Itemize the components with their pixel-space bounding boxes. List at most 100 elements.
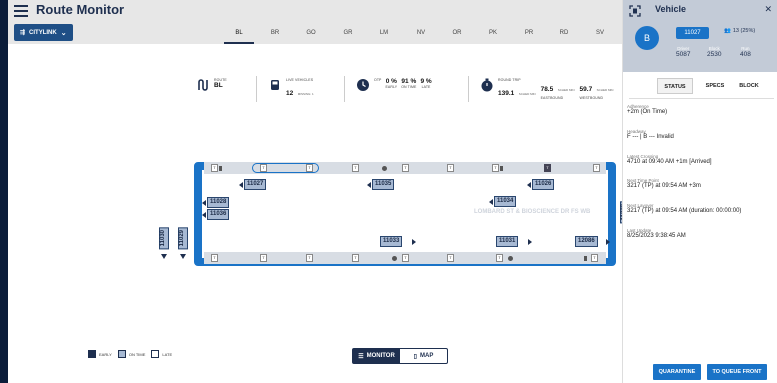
stat-ontime-label: ON TIME <box>401 85 417 89</box>
timepoint-marker[interactable]: T <box>544 164 551 172</box>
latest-crossing-field: Latest Crossing 4710 at 09:40 AM +1m [Ar… <box>627 154 712 165</box>
vehicle-id-badge: 11027 <box>676 27 709 39</box>
monitor-view-button[interactable]: ☰ MONITOR <box>353 349 400 363</box>
route-select-label: CITYLINK <box>29 29 57 36</box>
stat-otp-label: OTP <box>374 78 382 82</box>
timepoint-marker[interactable]: T <box>260 164 267 172</box>
route-group-select[interactable]: ⇶ CITYLINK ⌄ <box>14 24 73 41</box>
timepoint-marker[interactable]: T <box>591 254 598 262</box>
menu-icon[interactable] <box>14 5 28 17</box>
direction-arrow-icon <box>202 212 206 218</box>
run-value: 408 <box>740 51 751 58</box>
driver-value: 5087 <box>676 51 691 58</box>
divider <box>344 76 345 102</box>
timepoint-marker[interactable]: T <box>211 164 218 172</box>
divider <box>468 76 469 102</box>
stat-late-value: 9 % <box>420 78 432 85</box>
direction-arrow-icon <box>367 182 371 188</box>
tab-nv[interactable]: NV <box>406 24 436 44</box>
stop-marker <box>382 166 387 171</box>
clock-icon <box>357 79 369 91</box>
passenger-count: 👥 13 (25%) <box>724 28 755 34</box>
direction-arrow-icon <box>161 254 167 259</box>
vehicle-marker-12086[interactable]: 12086 <box>575 236 598 247</box>
to-queue-front-button[interactable]: TO QUEUE FRONT <box>707 364 767 380</box>
stat-early-label: EARLY <box>385 85 398 89</box>
direction-arrow-icon <box>239 182 243 188</box>
timepoint-marker[interactable]: T <box>402 254 409 262</box>
route-icon: ⇶ <box>20 30 26 36</box>
tab-lm[interactable]: LM <box>369 24 399 44</box>
header: Route Monitor ⇶ CITYLINK ⌄ BL BR GO GR L… <box>8 0 622 44</box>
stat-otp: OTP 0 % EARLY 91 % ON TIME 9 % LATE <box>356 78 432 92</box>
legend-swatch-on-time <box>117 350 126 358</box>
vehicle-marker-11034[interactable]: 11034 <box>494 196 517 207</box>
vehicle-panel: Vehicle ✕ B 11027 👥 13 (25%) Driver 5087… <box>622 0 777 383</box>
direction-arrow-icon <box>180 254 186 259</box>
quarantine-button[interactable]: QUARANTINE <box>653 364 701 380</box>
stat-live-sub: MISSING: 1 <box>297 92 314 96</box>
direction-arrow-icon <box>489 199 493 205</box>
vehicle-marker-11035[interactable]: 11035 <box>372 179 395 190</box>
timepoint-marker[interactable]: T <box>260 254 267 262</box>
vehicle-marker-11033[interactable]: 11033 <box>380 236 403 247</box>
stat-late-label: LATE <box>421 85 431 89</box>
vehicle-panel-header: Vehicle ✕ B 11027 👥 13 (25%) Driver 5087… <box>623 0 777 72</box>
vehicle-marker-11026[interactable]: 11026 <box>532 179 555 190</box>
timepoint-marker[interactable]: T <box>496 254 503 262</box>
stat-east-sub: SCHED MIN <box>557 88 575 92</box>
tab-bl[interactable]: BL <box>224 24 254 44</box>
vehicle-marker-11036[interactable]: 11036 <box>207 209 230 220</box>
timepoint-marker[interactable]: T <box>593 164 600 172</box>
stat-route: ROUTE BL <box>196 78 227 92</box>
bus-icon <box>271 80 279 90</box>
vehicle-marker-11029[interactable]: 11029 <box>178 227 188 250</box>
tab-specs[interactable]: SPECS <box>701 78 729 94</box>
tab-pr[interactable]: PR <box>514 24 544 44</box>
timepoint-marker[interactable]: T <box>352 254 359 262</box>
stop-marker <box>392 256 397 261</box>
close-icon[interactable]: ✕ <box>764 4 772 15</box>
vehicle-marker-11030[interactable]: 11030 <box>159 227 169 250</box>
headway-value: F --- | B --- Invalid <box>627 134 674 140</box>
tab-go[interactable]: GO <box>296 24 326 44</box>
vehicle-marker-11031[interactable]: 11031 <box>496 236 519 247</box>
tab-sv[interactable]: SV <box>585 24 615 44</box>
timepoint-marker[interactable]: T <box>352 164 359 172</box>
divider <box>256 76 257 102</box>
people-icon: 👥 <box>724 28 731 34</box>
route-tabs: BL BR GO GR LM NV OR PK PR RD SV <box>208 24 622 44</box>
tab-rd[interactable]: RD <box>549 24 579 44</box>
passenger-count-value: 13 (25%) <box>732 28 756 34</box>
direction-arrow-icon <box>528 239 532 245</box>
legend-on-time-label: ON TIME <box>128 351 146 357</box>
vehicle-marker-11027[interactable]: 11027 <box>244 179 267 190</box>
tab-gr[interactable]: GR <box>333 24 363 44</box>
view-toggle: ☰ MONITOR ▯ MAP <box>352 348 448 364</box>
timepoint-marker[interactable]: T <box>447 254 454 262</box>
direction-arrow-icon <box>202 200 206 206</box>
stat-early-value: 0 % <box>385 78 397 85</box>
legend: EARLY ON TIME LATE <box>88 350 172 358</box>
timepoint-marker[interactable]: T <box>447 164 454 172</box>
run-info: Run 408 <box>740 46 751 58</box>
tab-or[interactable]: OR <box>442 24 472 44</box>
vehicle-marker-11028[interactable]: 11028 <box>207 197 230 208</box>
tab-status[interactable]: STATUS <box>657 78 693 94</box>
timepoint-marker[interactable]: T <box>211 254 218 262</box>
stat-route-value: BL <box>214 82 223 89</box>
legend-swatch-early <box>88 350 96 358</box>
tab-block[interactable]: BLOCK <box>735 78 763 94</box>
tab-pk[interactable]: PK <box>478 24 508 44</box>
timepoint-marker[interactable]: T <box>492 164 499 172</box>
app-frame: Route Monitor ⇶ CITYLINK ⌄ BL BR GO GR L… <box>8 0 777 383</box>
adherence-field: Adherence +2m (On Time) <box>627 104 667 115</box>
tab-br[interactable]: BR <box>260 24 290 44</box>
timepoint-marker[interactable]: T <box>306 254 313 262</box>
map-view-button[interactable]: ▯ MAP <box>400 349 447 363</box>
stat-east-label: EASTBOUND <box>540 96 564 100</box>
stop-name-label: LOMBARD ST & BIOSCIENCE DR FS WB <box>474 209 591 215</box>
timepoint-marker[interactable]: T <box>306 164 313 172</box>
timepoint-marker[interactable]: T <box>402 164 409 172</box>
next-layover-field: Next Layover 3217 (TP) at 09:54 AM (dura… <box>627 203 741 214</box>
